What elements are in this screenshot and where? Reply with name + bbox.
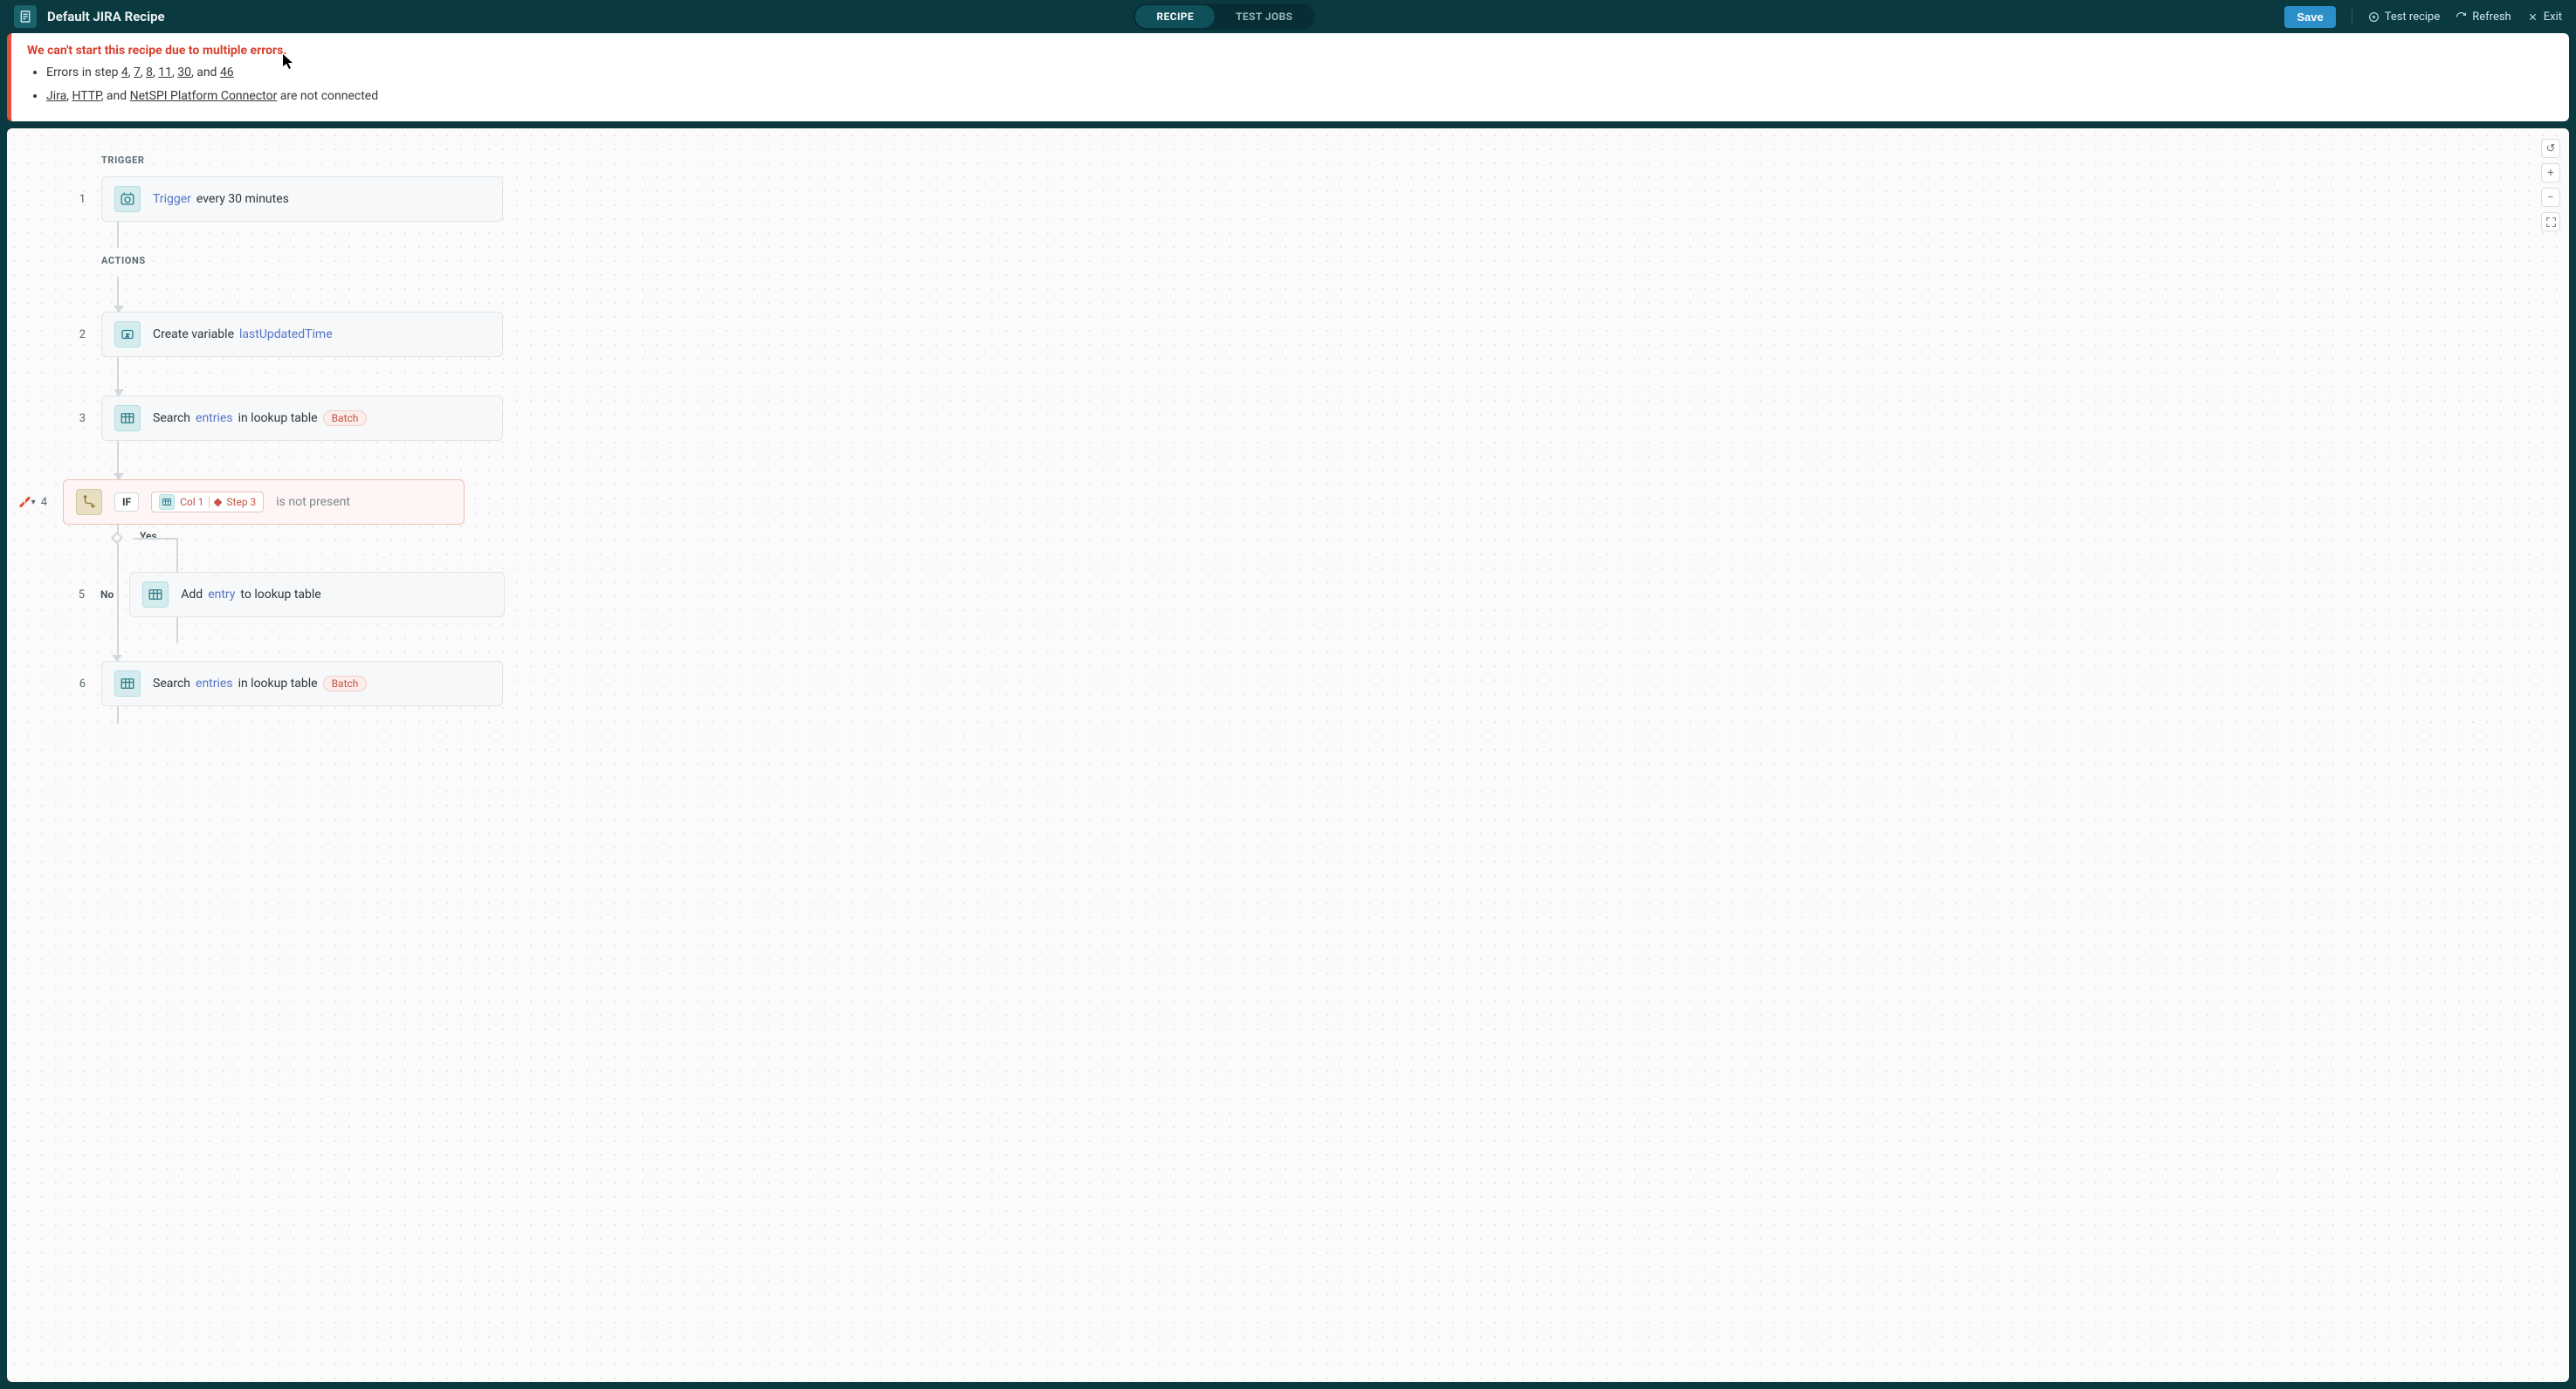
step-4-card[interactable]: IF Col 1 Step 3 is not present — [63, 479, 465, 525]
step-6-prefix: Search — [153, 677, 190, 691]
condition-icon — [76, 489, 102, 515]
step-1-trigger-label: Trigger — [153, 192, 191, 206]
refresh-icon — [2455, 11, 2467, 23]
exit-button[interactable]: Exit — [2527, 10, 2562, 24]
branch-diamond-yes-icon — [111, 532, 123, 544]
step-1-number: 1 — [68, 193, 86, 206]
exit-label: Exit — [2544, 10, 2562, 24]
error-banner: We can't start this recipe due to multip… — [7, 33, 2569, 121]
step-4-condition: is not present — [276, 495, 350, 509]
save-button[interactable]: Save — [2284, 6, 2335, 28]
canvas-zoom-out-button[interactable]: − — [2541, 188, 2560, 207]
canvas-zoom-in-button[interactable]: + — [2541, 163, 2560, 182]
step-3-row: 3 Search entries in lookup table Batch — [68, 395, 2569, 441]
step-6-row: 6 Search entries in lookup table Batch — [68, 661, 2569, 706]
table-icon — [114, 405, 141, 431]
step-5-link: entry — [208, 588, 235, 602]
step-1-trigger-desc: every 30 minutes — [196, 192, 289, 206]
step-6-batch-badge: Batch — [323, 676, 368, 691]
step-3-link: entries — [196, 411, 233, 425]
error-step-link-8[interactable]: 8 — [146, 65, 153, 79]
test-recipe-label: Test recipe — [2385, 10, 2441, 24]
error-step-link-4[interactable]: 4 — [121, 65, 128, 79]
canvas-reset-button[interactable]: ↺ — [2541, 139, 2560, 158]
step-1-card[interactable]: Trigger every 30 minutes — [101, 176, 503, 222]
refresh-button[interactable]: Refresh — [2455, 10, 2511, 24]
if-badge: IF — [114, 492, 139, 512]
refresh-label: Refresh — [2472, 10, 2511, 24]
error-conn-http[interactable]: HTTP — [72, 89, 100, 103]
datapill-step: Step 3 — [226, 496, 256, 508]
canvas-fit-button[interactable] — [2541, 212, 2560, 231]
tab-test-jobs[interactable]: TEST JOBS — [1215, 5, 1313, 28]
step-3-suffix: in lookup table — [238, 411, 318, 425]
test-recipe-button[interactable]: Test recipe — [2368, 10, 2441, 24]
variable-icon: x — [114, 321, 141, 347]
step-5-suffix: to lookup table — [240, 588, 320, 602]
datapill-col: Col 1 — [180, 496, 203, 508]
recipe-title: Default JIRA Recipe — [47, 9, 165, 24]
datapill-col1-step3[interactable]: Col 1 Step 3 — [151, 492, 264, 512]
step-5-number: 5 — [67, 588, 85, 602]
error-steps-line: Errors in step 4, 7, 8, 11, 30, and 46 — [46, 61, 2553, 85]
step-2-var: lastUpdatedTime — [239, 327, 333, 341]
error-conn-netspi[interactable]: NetSPI Platform Connector — [130, 89, 278, 103]
step-5-prefix: Add — [181, 588, 203, 602]
error-step-link-30[interactable]: 30 — [177, 65, 191, 79]
step-2-prefix: Create variable — [153, 327, 234, 341]
step-6-card[interactable]: Search entries in lookup table Batch — [101, 661, 503, 706]
step-6-number: 6 — [68, 677, 86, 691]
table-icon — [159, 494, 175, 510]
step-4-row: ! ▾ 4 IF Col 1 Step 3 is not p — [68, 479, 2569, 525]
no-label: No — [100, 588, 114, 601]
tab-recipe[interactable]: RECIPE — [1135, 5, 1215, 28]
step-3-batch-badge: Batch — [323, 410, 368, 426]
close-icon — [2527, 11, 2538, 23]
view-tab-switch: RECIPE TEST JOBS — [1133, 3, 1315, 30]
step-2-row: 2 x Create variable lastUpdatedTime — [68, 312, 2569, 357]
error-conn-jira[interactable]: Jira — [46, 89, 66, 103]
collapse-caret-icon[interactable]: ▾ — [31, 498, 36, 507]
step-3-number: 3 — [68, 412, 86, 425]
clock-icon — [114, 186, 141, 212]
step-1-row: 1 Trigger every 30 minutes — [68, 176, 2569, 222]
error-indicator-icon[interactable]: ! — [18, 496, 30, 507]
section-actions-label: ACTIONS — [101, 255, 2569, 266]
step-6-link: entries — [196, 677, 233, 691]
table-icon — [114, 670, 141, 697]
error-banner-title: We can't start this recipe due to multip… — [27, 44, 2553, 58]
play-circle-icon — [2368, 11, 2380, 23]
step-4-number: 4 — [41, 496, 47, 509]
error-step-link-11[interactable]: 11 — [158, 65, 172, 79]
svg-text:x: x — [125, 332, 129, 339]
topbar: Default JIRA Recipe RECIPE TEST JOBS Sav… — [0, 0, 2576, 33]
canvas-toolbar: ↺ + − — [2541, 139, 2560, 231]
error-step-link-46[interactable]: 46 — [220, 65, 234, 79]
step-3-prefix: Search — [153, 411, 190, 425]
error-step-link-7[interactable]: 7 — [134, 65, 141, 79]
step-2-number: 2 — [68, 328, 86, 341]
yes-label: Yes — [140, 530, 157, 542]
section-trigger-label: TRIGGER — [101, 155, 2569, 166]
step-3-card[interactable]: Search entries in lookup table Batch — [101, 395, 503, 441]
step-5-card[interactable]: Add entry to lookup table — [129, 572, 505, 617]
fit-icon — [2545, 217, 2557, 228]
error-connections-line: Jira, HTTP, and NetSPI Platform Connecto… — [46, 85, 2553, 108]
step-6-suffix: in lookup table — [238, 677, 318, 691]
step-2-card[interactable]: x Create variable lastUpdatedTime — [101, 312, 503, 357]
table-icon — [142, 581, 169, 608]
recipe-doc-icon[interactable] — [14, 5, 37, 28]
recipe-canvas[interactable]: TRIGGER 1 Trigger every 30 minutes ACTIO… — [7, 128, 2569, 1382]
diamond-icon — [214, 498, 223, 506]
